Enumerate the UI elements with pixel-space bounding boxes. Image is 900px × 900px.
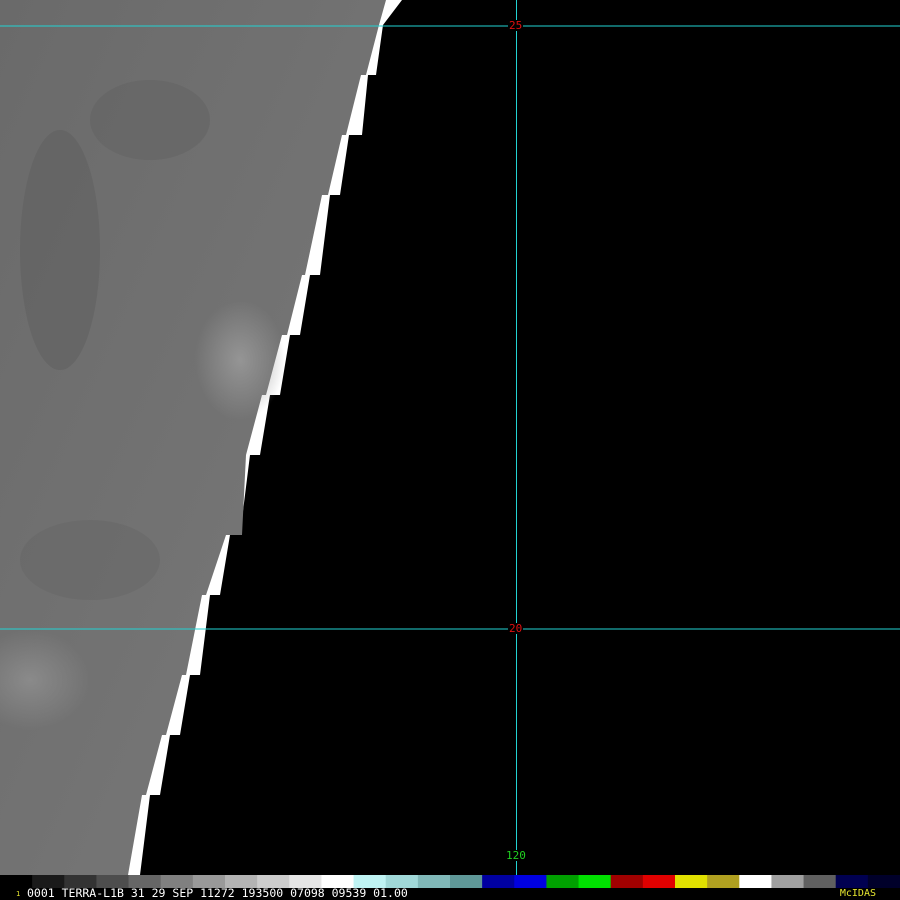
- color-scale-segment: [450, 875, 483, 888]
- color-scale-segment: [835, 875, 869, 888]
- color-scale-segment: [546, 875, 580, 888]
- color-scale-segment: [578, 875, 612, 888]
- status-bar: 1 0001 TERRA-L1B 31 29 SEP 11272 193500 …: [0, 875, 900, 900]
- satellite-image-viewer: 25 20 120 1 0001 TERRA-L1B 31 29 SEP 112…: [0, 0, 900, 900]
- bright-cloud-patch: [195, 300, 285, 420]
- latitude-label-25: 25: [508, 19, 524, 32]
- satellite-imagery: [0, 0, 900, 875]
- dark-texture-patch: [20, 130, 100, 370]
- latitude-label-20: 20: [508, 622, 524, 635]
- color-scale-segment: [867, 875, 900, 888]
- color-scale-segment: [417, 875, 451, 888]
- color-scale-segment: [482, 875, 515, 888]
- mcidas-brand-label: McIDAS: [839, 888, 876, 899]
- frame-number: 1: [16, 890, 21, 898]
- color-scale-segment: [771, 875, 805, 888]
- color-scale-segment: [739, 875, 772, 888]
- color-scale-segment: [610, 875, 644, 888]
- color-scale-segment: [803, 875, 837, 888]
- longitude-label-120: 120: [505, 849, 527, 862]
- color-scale-segment: [514, 875, 547, 888]
- image-info-text: 0001 TERRA-L1B 31 29 SEP 11272 193500 07…: [27, 886, 408, 900]
- color-scale-segment: [642, 875, 676, 888]
- color-scale-segment: [707, 875, 740, 888]
- dark-texture-patch: [20, 520, 160, 600]
- dark-texture-patch: [90, 80, 210, 160]
- color-scale-segment: [675, 875, 708, 888]
